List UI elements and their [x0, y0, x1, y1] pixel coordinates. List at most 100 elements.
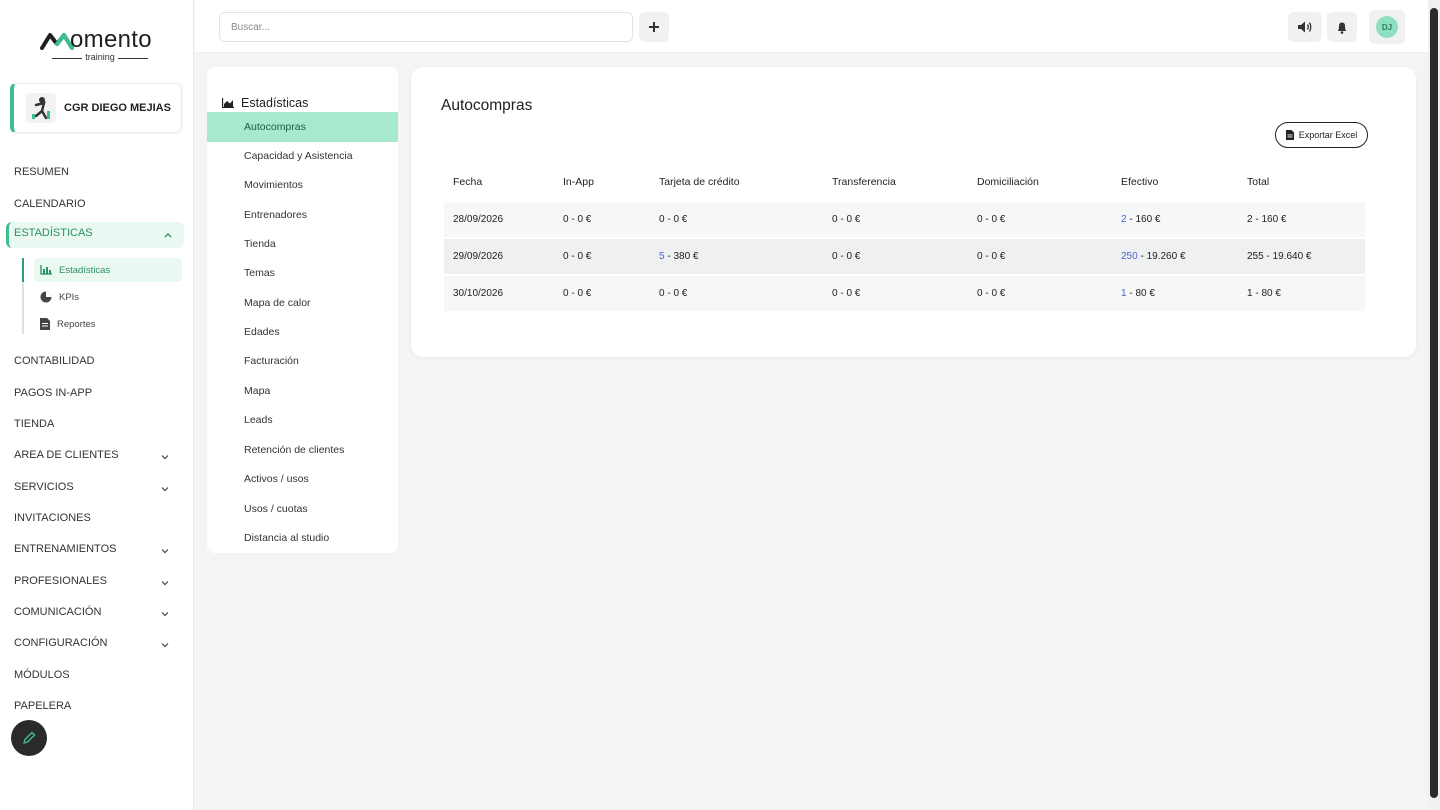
cell-transferencia: 0 - 0 €: [823, 202, 968, 237]
bell-icon: [1338, 22, 1346, 34]
table-row: 30/10/2026 0 - 0 € 0 - 0 € 0 - 0 € 0 - 0…: [444, 276, 1365, 311]
nav-papelera[interactable]: PAPELERA: [14, 698, 71, 714]
col-fecha[interactable]: Fecha: [444, 163, 554, 200]
stats-item-usos-cuotas[interactable]: Usos / cuotas: [207, 494, 398, 524]
cell-transferencia: 0 - 0 €: [823, 276, 968, 311]
nav-contabilidad[interactable]: CONTABILIDAD: [14, 353, 94, 369]
tarjeta-amount: 0 - 0 €: [659, 288, 688, 299]
export-excel-label: Exportar Excel: [1298, 130, 1358, 140]
nav-comunicacion[interactable]: COMUNICACIÓN: [14, 604, 101, 620]
efectivo-amount: - 19.260 €: [1137, 251, 1186, 262]
stats-item-autocompras[interactable]: Autocompras: [207, 112, 398, 142]
cell-tarjeta: 0 - 0 €: [650, 202, 823, 237]
nav-configuracion[interactable]: CONFIGURACIÓN: [14, 635, 108, 651]
table-row: 28/09/2026 0 - 0 € 0 - 0 € 0 - 0 € 0 - 0…: [444, 202, 1365, 237]
search-input[interactable]: [219, 12, 633, 42]
stats-item-distancia[interactable]: Distancia al studio: [207, 523, 398, 553]
chevron-down-icon[interactable]: [160, 484, 170, 494]
stats-item-entrenadores[interactable]: Entrenadores: [207, 200, 398, 230]
chevron-down-icon[interactable]: [160, 640, 170, 650]
pie-chart-icon: [40, 291, 52, 303]
subnav-kpis[interactable]: KPIs: [34, 285, 182, 309]
avatar: DJ: [1376, 16, 1398, 38]
subnav-kpis-label: KPIs: [59, 291, 80, 303]
col-in-app[interactable]: In-App: [554, 163, 650, 200]
export-excel-button[interactable]: Exportar Excel: [1275, 122, 1368, 148]
nav-profesionales[interactable]: PROFESIONALES: [14, 573, 107, 589]
chevron-up-icon: [164, 233, 172, 238]
cell-in-app: 0 - 0 €: [554, 202, 650, 237]
topbar: DJ: [195, 0, 1428, 53]
nav-modulos[interactable]: MÓDULOS: [14, 667, 70, 683]
table-row: 29/09/2026 0 - 0 € 5 - 380 € 0 - 0 € 0 -…: [444, 239, 1365, 274]
table-header-row: Fecha In-App Tarjeta de crédito Transfer…: [444, 163, 1365, 200]
autocompras-table: Fecha In-App Tarjeta de crédito Transfer…: [444, 161, 1365, 313]
stats-item-edades[interactable]: Edades: [207, 317, 398, 347]
cell-domiciliacion: 0 - 0 €: [968, 202, 1112, 237]
stats-menu-title: Estadísticas: [241, 96, 309, 110]
chevron-down-icon[interactable]: [160, 578, 170, 588]
stats-item-leads[interactable]: Leads: [207, 405, 398, 435]
edit-fab-button[interactable]: [11, 720, 47, 756]
cell-fecha: 28/09/2026: [444, 202, 554, 237]
stats-item-retencion[interactable]: Retención de clientes: [207, 435, 398, 465]
stats-item-tienda[interactable]: Tienda: [207, 229, 398, 259]
col-total[interactable]: Total: [1238, 163, 1365, 200]
add-button[interactable]: [639, 12, 669, 42]
gym-selector[interactable]: CGR DIEGO MEJIAS: [10, 83, 182, 133]
cell-transferencia: 0 - 0 €: [823, 239, 968, 274]
stats-item-temas[interactable]: Temas: [207, 258, 398, 288]
chevron-down-icon[interactable]: [160, 452, 170, 462]
momento-logo[interactable]: omento training: [40, 26, 160, 64]
col-domiciliacion[interactable]: Domiciliación: [968, 163, 1112, 200]
submenu-rail-active: [22, 258, 24, 282]
subnav-estadisticas[interactable]: Estadísticas: [34, 258, 182, 282]
cell-efectivo: 250 - 19.260 €: [1112, 239, 1238, 274]
cell-total: 255 - 19.640 €: [1238, 239, 1365, 274]
nav-tienda[interactable]: TIENDA: [14, 416, 54, 432]
cell-tarjeta: 0 - 0 €: [650, 276, 823, 311]
efectivo-amount: - 80 €: [1126, 288, 1155, 299]
nav-calendario[interactable]: CALENDARIO: [14, 196, 86, 212]
nav-servicios[interactable]: SERVICIOS: [14, 479, 74, 495]
stats-item-capacidad[interactable]: Capacidad y Asistencia: [207, 141, 398, 171]
brand-sub: training: [46, 52, 154, 62]
nav-pagos-in-app[interactable]: PAGOS IN-APP: [14, 385, 92, 401]
col-transferencia[interactable]: Transferencia: [823, 163, 968, 200]
col-efectivo[interactable]: Efectivo: [1112, 163, 1238, 200]
nav-entrenamientos[interactable]: ENTRENAMIENTOS: [14, 541, 116, 557]
scrollbar-thumb[interactable]: [1430, 8, 1438, 798]
cell-total: 1 - 80 €: [1238, 276, 1365, 311]
stats-item-activos-usos[interactable]: Activos / usos: [207, 464, 398, 494]
bar-chart-icon: [40, 265, 52, 275]
efectivo-amount: - 160 €: [1126, 214, 1161, 225]
stats-item-mapa-de-calor[interactable]: Mapa de calor: [207, 288, 398, 318]
nav-resumen[interactable]: RESUMEN: [14, 164, 69, 180]
sound-button[interactable]: [1288, 12, 1322, 42]
stats-item-facturacion[interactable]: Facturación: [207, 346, 398, 376]
cell-domiciliacion: 0 - 0 €: [968, 239, 1112, 274]
col-tarjeta[interactable]: Tarjeta de crédito: [650, 163, 823, 200]
stats-item-movimientos[interactable]: Movimientos: [207, 170, 398, 200]
chevron-down-icon[interactable]: [160, 546, 170, 556]
logo-mark-icon: [40, 33, 74, 50]
stats-item-mapa[interactable]: Mapa: [207, 376, 398, 406]
file-icon: [1285, 130, 1294, 140]
notifications-button[interactable]: [1327, 12, 1357, 42]
scrollbar[interactable]: [1428, 0, 1440, 810]
subnav-estadisticas-label: Estadísticas: [59, 264, 111, 276]
cell-in-app: 0 - 0 €: [554, 276, 650, 311]
nav-estadisticas[interactable]: ESTADÍSTICAS: [6, 222, 184, 248]
gym-name: CGR DIEGO MEJIAS: [64, 102, 171, 114]
document-icon: [40, 318, 50, 330]
nav-area-de-clientes[interactable]: AREA DE CLIENTES: [14, 447, 119, 463]
efectivo-count-link[interactable]: 250: [1121, 251, 1138, 262]
user-menu-button[interactable]: DJ: [1369, 10, 1405, 44]
page-title: Autocompras: [441, 97, 533, 114]
nav-invitaciones[interactable]: INVITACIONES: [14, 510, 91, 526]
chevron-down-icon[interactable]: [160, 609, 170, 619]
tarjeta-amount: 0 - 0 €: [659, 214, 688, 225]
subnav-reportes[interactable]: Reportes: [34, 312, 182, 336]
plus-icon: [649, 22, 659, 32]
cell-fecha: 30/10/2026: [444, 276, 554, 311]
